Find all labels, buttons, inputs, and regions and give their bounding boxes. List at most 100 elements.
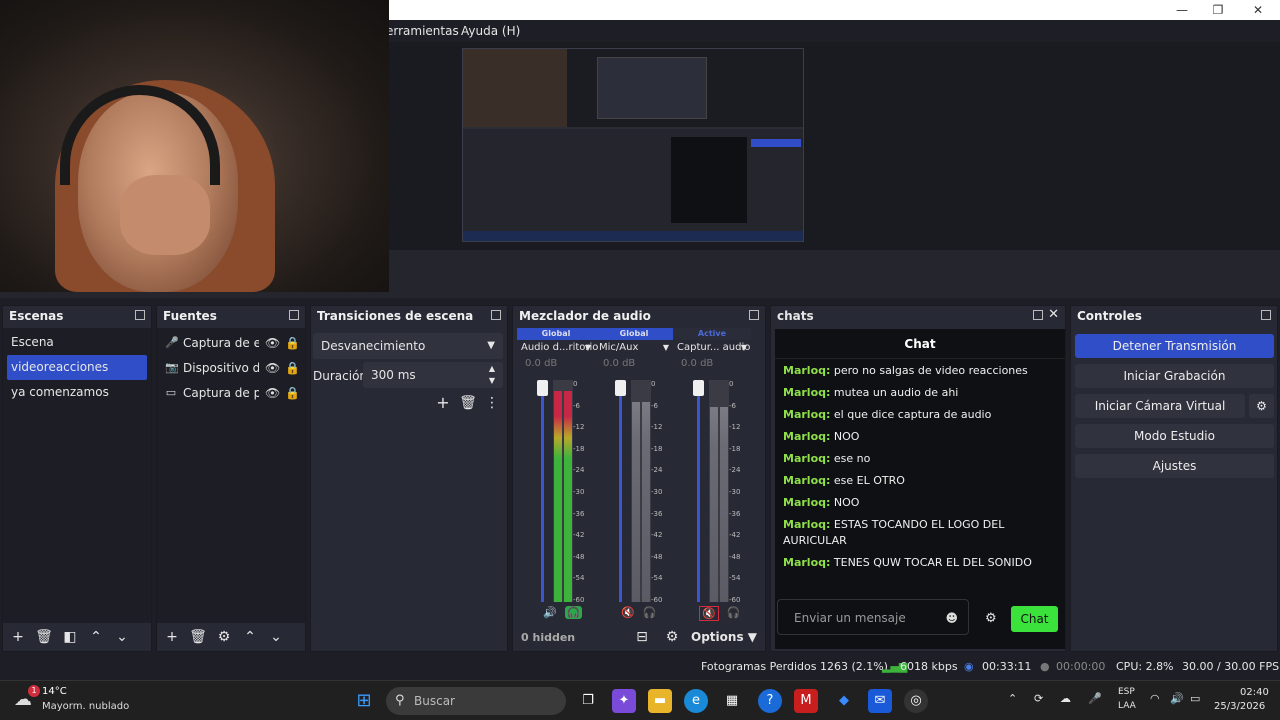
spin-arrows-icon[interactable]: ▲ ▼ [489, 363, 495, 387]
close-window-button[interactable]: ✕ [1238, 0, 1278, 20]
remove-scene-button[interactable]: 🗑 [33, 626, 55, 648]
mixer-options-button[interactable]: Options ▼ [691, 630, 757, 644]
visibility-eye-icon[interactable]: 👁 [265, 386, 280, 400]
mcafee-icon[interactable]: M [794, 689, 818, 713]
headphones-monitor-icon[interactable]: 🎧 [643, 606, 657, 619]
chat-username[interactable]: Marloq: [783, 364, 830, 377]
lang-top[interactable]: ESP [1118, 687, 1135, 697]
scene-item-escena[interactable]: Escena [3, 330, 151, 355]
add-source-button[interactable]: + [161, 626, 183, 648]
volume-slider[interactable] [541, 380, 544, 602]
settings-button[interactable]: Ajustes [1075, 454, 1274, 478]
help-icon[interactable]: ? [758, 689, 782, 713]
chat-username[interactable]: Marloq: [783, 430, 830, 443]
volume-slider[interactable] [697, 380, 700, 602]
obs-studio-icon[interactable]: ◎ [904, 689, 928, 713]
speaker-icon[interactable]: 🔊 [543, 606, 557, 619]
volume-slider-handle[interactable] [693, 380, 704, 396]
volume-icon[interactable]: 🔊 [1170, 692, 1184, 705]
duration-spinbox[interactable]: 300 ms ▲ ▼ [363, 362, 503, 388]
visibility-eye-icon[interactable]: 👁 [265, 361, 280, 375]
mail-icon[interactable]: ✉ [868, 689, 892, 713]
minimize-button[interactable]: — [1162, 0, 1202, 20]
move-down-button[interactable]: ⌄ [265, 626, 287, 648]
move-up-button[interactable]: ⌃ [239, 626, 261, 648]
wifi-icon[interactable]: ◠ [1150, 692, 1160, 705]
source-item-video-device[interactable]: 📷 Dispositivo de vídeo 👁 🔒 [157, 355, 305, 380]
chat-username[interactable]: Marloq: [783, 452, 830, 465]
task-view-icon[interactable]: ❐ [576, 689, 600, 713]
stop-stream-button[interactable]: Detener Transmisión [1075, 334, 1274, 358]
headphones-monitor-icon[interactable]: 🎧 [727, 606, 741, 621]
undock-icon[interactable] [1261, 310, 1271, 320]
channel-name-dropdown[interactable]: Audio d...ritorio ▼ [517, 340, 598, 356]
move-up-button[interactable]: ⌃ [85, 626, 107, 648]
start-recording-button[interactable]: Iniciar Grabación [1075, 364, 1274, 388]
lock-icon[interactable]: 🔒 [285, 386, 300, 400]
chat-username[interactable]: Marloq: [783, 518, 830, 531]
taskbar-search[interactable]: ⚲ Buscar [386, 687, 566, 715]
store-icon[interactable]: ▦ [720, 689, 744, 713]
maximize-button[interactable]: ❐ [1198, 0, 1238, 20]
menu-help[interactable]: Ayuda (H) [461, 24, 520, 38]
chat-username[interactable]: Marloq: [783, 496, 830, 509]
lang-bottom[interactable]: LAA [1118, 701, 1136, 711]
source-item-audio-input[interactable]: 🎤 Captura de entrada 👁 🔒 [157, 330, 305, 355]
remove-source-button[interactable]: 🗑 [187, 626, 209, 648]
volume-slider[interactable] [619, 380, 622, 602]
clock-time[interactable]: 02:40 [1240, 687, 1269, 698]
scene-filters-button[interactable]: ◧ [59, 626, 81, 648]
transition-select[interactable]: Desvanecimiento ▼ [313, 333, 503, 359]
speaker-muted-icon[interactable]: 🔇 [621, 606, 635, 619]
source-properties-gear-icon[interactable]: ⚙ [213, 626, 235, 648]
remove-transition-button[interactable]: 🗑 [457, 392, 479, 414]
tray-sync-icon[interactable]: ⟳ [1034, 692, 1043, 705]
dropbox-icon[interactable]: ◆ [832, 689, 856, 713]
clock-date[interactable]: 25/3/2026 [1214, 701, 1265, 712]
start-virtual-camera-button[interactable]: Iniciar Cámara Virtual [1075, 394, 1245, 418]
chat-username[interactable]: Marloq: [783, 408, 830, 421]
chat-username[interactable]: Marloq: [783, 474, 830, 487]
source-item-screen-capture[interactable]: ▭ Captura de pantalla 👁 🔒 [157, 380, 305, 405]
add-scene-button[interactable]: + [7, 626, 29, 648]
edge-browser-icon[interactable]: e [684, 689, 708, 713]
scene-item-ya-comenzamos[interactable]: ya comenzamos [3, 380, 151, 405]
tray-chevron-up-icon[interactable]: ⌃ [1008, 692, 1017, 705]
chat-settings-gear-icon[interactable]: ⚙ [985, 611, 997, 626]
chat-message-list[interactable]: Marloq: pero no salgas de video reaccion… [775, 359, 1065, 591]
battery-icon[interactable]: ▭ [1190, 692, 1200, 705]
undock-icon[interactable] [491, 310, 501, 320]
add-transition-button[interactable]: + [432, 392, 454, 414]
mixer-settings-gear-icon[interactable]: ⚙ [661, 626, 683, 648]
headphones-monitor-icon[interactable]: 🎧 [564, 606, 583, 619]
chat-message-input[interactable]: Enviar un mensaje ☻ [777, 599, 969, 635]
scene-item-videoreacciones[interactable]: videoreacciones [7, 355, 147, 380]
volume-slider-handle[interactable] [537, 380, 548, 396]
menu-tools[interactable]: erramientas [386, 24, 459, 38]
emoji-icon[interactable]: ☻ [945, 600, 958, 636]
volume-slider-handle[interactable] [615, 380, 626, 396]
undock-icon[interactable] [135, 310, 145, 320]
virtual-camera-gear-icon[interactable]: ⚙ [1249, 394, 1274, 418]
undock-icon[interactable] [289, 310, 299, 320]
undock-icon[interactable] [749, 310, 759, 320]
channel-name-dropdown[interactable]: Mic/Aux ▼ [595, 340, 673, 356]
visibility-eye-icon[interactable]: 👁 [265, 336, 280, 350]
tray-mic-icon[interactable]: 🎤 [1088, 692, 1102, 705]
chat-username[interactable]: Marloq: [783, 386, 830, 399]
copilot-icon[interactable]: ✦ [612, 689, 636, 713]
chat-username[interactable]: Marloq: [783, 556, 830, 569]
channel-name-dropdown[interactable]: Captur... audio ▼ [673, 340, 751, 356]
studio-mode-button[interactable]: Modo Estudio [1075, 424, 1274, 448]
undock-icon[interactable] [1033, 310, 1043, 320]
chat-send-button[interactable]: Chat [1011, 606, 1058, 632]
tray-cloud-icon[interactable]: ☁ [1060, 692, 1071, 705]
move-down-button[interactable]: ⌄ [111, 626, 133, 648]
close-icon[interactable]: ✕ [1048, 307, 1059, 322]
lock-icon[interactable]: 🔒 [285, 336, 300, 350]
mixer-layout-icon[interactable]: ⊟ [631, 626, 653, 648]
file-explorer-icon[interactable]: ▬ [648, 689, 672, 713]
speaker-muted-icon[interactable]: 🔇 [699, 606, 719, 621]
transition-menu-icon[interactable]: ⋮ [481, 392, 503, 414]
lock-icon[interactable]: 🔒 [285, 361, 300, 375]
